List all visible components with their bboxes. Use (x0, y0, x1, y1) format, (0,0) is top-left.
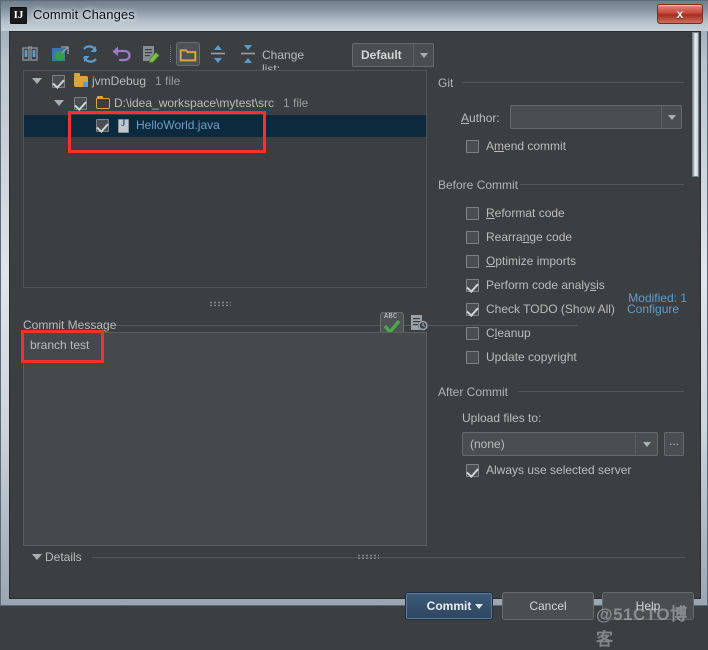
table-row[interactable]: jvmDebug 1 file (24, 71, 426, 93)
details-rule (92, 557, 685, 558)
tree-row-checkbox[interactable] (74, 97, 87, 110)
dialog-scrollbar-thumb[interactable] (692, 32, 699, 177)
window-titlebar[interactable]: IJ Commit Changes x (1, 1, 708, 31)
collapse-all-icon[interactable] (236, 42, 260, 66)
chevron-down-icon[interactable] (635, 433, 657, 455)
details-expand-icon[interactable] (32, 554, 42, 560)
tree-row-label: D:\idea_workspace\mytest\src (114, 96, 275, 110)
tree-row-checkbox[interactable] (52, 75, 65, 88)
edit-source-icon[interactable] (138, 42, 162, 66)
expand-all-icon[interactable] (206, 42, 230, 66)
tree-row-checkbox[interactable] (96, 119, 109, 132)
tree-row-label: jvmDebug (92, 74, 147, 88)
tree-row-count: 1 file (283, 96, 309, 110)
git-section-rule (462, 82, 684, 83)
perform-code-analysis-checkbox[interactable] (466, 279, 479, 292)
always-use-server-label: Always use selected server (486, 463, 632, 477)
upload-browse-button[interactable]: ... (664, 432, 684, 456)
commit-button[interactable]: Commit (405, 592, 493, 620)
cleanup-checkbox[interactable] (466, 327, 479, 340)
java-file-icon (118, 118, 129, 133)
after-commit-title: After Commit (438, 385, 509, 399)
amend-commit-checkbox[interactable] (466, 140, 479, 153)
help-button[interactable]: Help (602, 592, 694, 620)
commit-button-label: Commit (426, 599, 472, 613)
amend-commit-label: Amend commit (486, 139, 567, 153)
check-todo-checkbox[interactable] (466, 303, 479, 316)
tree-expand-icon[interactable] (32, 78, 42, 84)
commit-message-input[interactable]: branch test (23, 332, 427, 546)
upload-server-combobox[interactable]: (none) (462, 432, 658, 456)
chevron-down-icon[interactable] (475, 604, 483, 609)
reformat-code-checkbox[interactable] (466, 207, 479, 220)
window-title: Commit Changes (33, 7, 135, 22)
close-button[interactable]: x (657, 4, 703, 24)
reformat-code-label: Reformat code (486, 206, 565, 220)
git-section-title: Git (438, 76, 454, 90)
before-commit-rule (520, 184, 684, 185)
spellcheck-abc-icon[interactable]: ABC (380, 312, 404, 334)
tree-row-label: HelloWorld.java (136, 118, 220, 132)
table-row[interactable]: HelloWorld.java (24, 115, 426, 137)
rearrange-code-checkbox[interactable] (466, 231, 479, 244)
group-by-directory-icon[interactable] (176, 42, 200, 66)
author-label: Author: (461, 111, 500, 125)
chevron-down-icon[interactable] (413, 44, 433, 66)
show-diff-icon[interactable] (18, 42, 42, 66)
refresh-icon[interactable] (78, 42, 102, 66)
tree-row-count: 1 file (155, 74, 181, 88)
check-todo-label: Check TODO (Show All) (486, 302, 615, 316)
cancel-button[interactable]: Cancel (502, 592, 594, 620)
toolbar-separator (170, 45, 171, 62)
author-field[interactable] (510, 105, 682, 129)
configure-link[interactable]: Configure (627, 302, 679, 316)
optimize-imports-checkbox[interactable] (466, 255, 479, 268)
before-commit-title: Before Commit (438, 178, 519, 192)
update-copyright-label: Update copyright (486, 350, 577, 364)
splitter-grip[interactable] (209, 301, 231, 306)
update-copyright-checkbox[interactable] (466, 351, 479, 364)
folder-icon (96, 96, 110, 109)
changed-files-tree[interactable]: jvmDebug 1 file D:\idea_workspace\mytest… (23, 70, 427, 288)
commit-message-value: branch test (30, 338, 90, 352)
rearrange-code-label: Rearrange code (486, 230, 573, 244)
message-history-icon[interactable] (409, 313, 429, 333)
upload-server-value: (none) (470, 437, 505, 451)
changelist-selected-value: Default (361, 48, 402, 62)
optimize-imports-label: Optimize imports (486, 254, 577, 268)
cleanup-label: Cleanup (486, 326, 531, 340)
tree-expand-icon[interactable] (54, 100, 64, 106)
details-label[interactable]: Details (45, 550, 82, 564)
upload-files-label: Upload files to: (462, 411, 542, 425)
after-commit-rule (518, 391, 684, 392)
commit-message-label: Commit Message (23, 318, 117, 332)
changelist-combobox[interactable]: Default (352, 43, 434, 67)
always-use-server-checkbox[interactable] (466, 464, 479, 477)
revert-changes-icon[interactable] (48, 42, 72, 66)
commit-changes-window: IJ Commit Changes x Change list: Default… (0, 0, 708, 649)
perform-code-analysis-label: Perform code analysis (486, 278, 605, 292)
dialog-scrollbar[interactable] (691, 32, 700, 598)
intellij-idea-icon: IJ (10, 7, 27, 24)
module-folder-icon (74, 73, 88, 87)
table-row[interactable]: D:\idea_workspace\mytest\src 1 file (24, 93, 426, 115)
chevron-down-icon[interactable] (661, 106, 681, 128)
rollback-icon[interactable] (108, 42, 132, 66)
details-splitter-grip[interactable] (357, 554, 379, 559)
dialog-content: Change list: Default jvmDebug 1 file D:\… (9, 31, 701, 649)
